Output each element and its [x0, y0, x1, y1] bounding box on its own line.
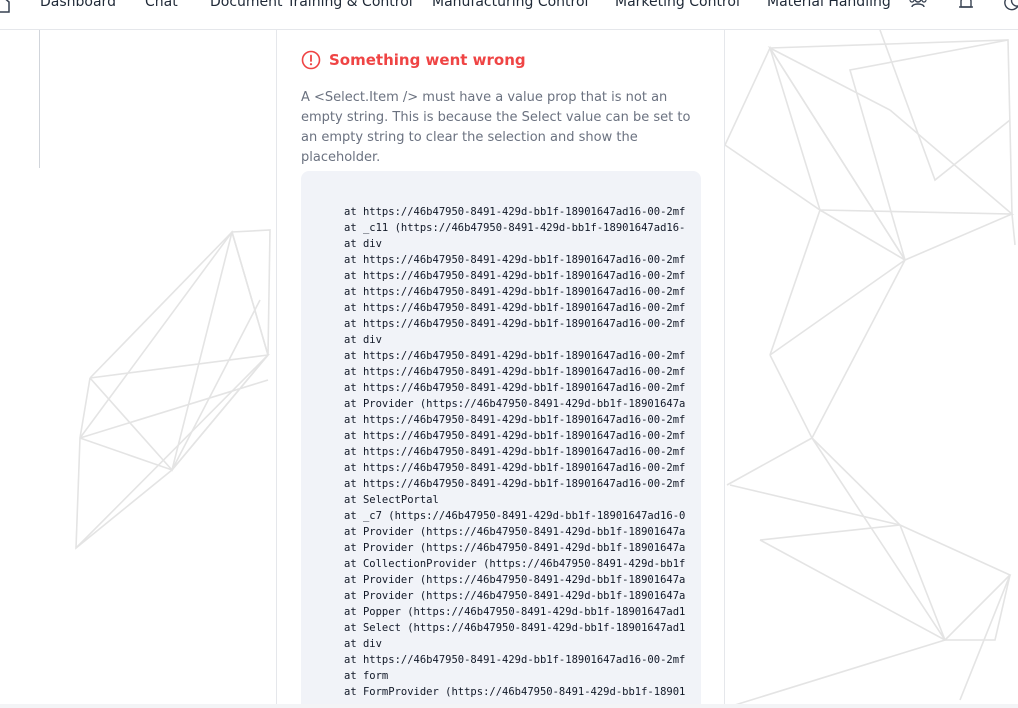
stack-trace-line: at Provider (https://46b47950-8491-429d-… — [344, 526, 686, 538]
stack-trace-line: at Select (https://46b47950-8491-429d-bb… — [344, 622, 686, 634]
stack-trace-line: at https://46b47950-8491-429d-bb1f-18901… — [344, 318, 686, 330]
stack-trace-line: at https://46b47950-8491-429d-bb1f-18901… — [344, 302, 686, 314]
team-icon[interactable] — [909, 0, 927, 12]
top-navigation-bar: Dashboard Chat Document Training & Contr… — [0, 0, 1018, 30]
error-panel: Something went wrong A <Select.Item /> m… — [276, 30, 725, 708]
home-icon[interactable] — [0, 0, 10, 13]
stack-trace-line: at https://46b47950-8491-429d-bb1f-18901… — [344, 414, 686, 426]
stack-trace-line: at https://46b47950-8491-429d-bb1f-18901… — [344, 654, 686, 666]
moon-icon[interactable] — [1002, 0, 1018, 12]
nav-manufacturing-control[interactable]: Manufacturing Control — [432, 0, 588, 10]
stack-trace-line: at https://46b47950-8491-429d-bb1f-18901… — [344, 462, 686, 474]
alert-circle-icon — [301, 50, 321, 70]
nav-marketing-control[interactable]: Marketing Control — [615, 0, 740, 10]
error-header: Something went wrong — [301, 50, 526, 70]
stack-trace-line: at https://46b47950-8491-429d-bb1f-18901… — [344, 206, 686, 218]
stack-trace-line: at FormProvider (https://46b47950-8491-4… — [344, 686, 686, 698]
stack-trace-line: at https://46b47950-8491-429d-bb1f-18901… — [344, 270, 686, 282]
sidebar-divider — [39, 30, 40, 168]
horizontal-scrollbar[interactable] — [0, 704, 1018, 708]
stack-trace-box[interactable]: at https://46b47950-8491-429d-bb1f-18901… — [301, 171, 701, 708]
bell-icon[interactable] — [957, 0, 975, 12]
error-message: A <Select.Item /> must have a value prop… — [301, 90, 691, 165]
stack-trace-line: at _c11 (https://46b47950-8491-429d-bb1f… — [344, 222, 686, 234]
stack-trace-line: at https://46b47950-8491-429d-bb1f-18901… — [344, 254, 686, 266]
stack-trace-line: at div — [344, 638, 382, 650]
stack-trace-line: at CollectionProvider (https://46b47950-… — [344, 558, 686, 570]
stack-trace-line: at Popper (https://46b47950-8491-429d-bb… — [344, 606, 686, 618]
stack-trace-line: at https://46b47950-8491-429d-bb1f-18901… — [344, 286, 686, 298]
stack-trace-line: at https://46b47950-8491-429d-bb1f-18901… — [344, 366, 686, 378]
error-title: Something went wrong — [329, 51, 526, 69]
stack-trace-line: at Provider (https://46b47950-8491-429d-… — [344, 542, 686, 554]
stack-trace-line: at https://46b47950-8491-429d-bb1f-18901… — [344, 478, 686, 490]
stack-trace-line: at https://46b47950-8491-429d-bb1f-18901… — [344, 382, 686, 394]
stack-trace-text: at https://46b47950-8491-429d-bb1f-18901… — [344, 204, 685, 700]
nav-dashboard[interactable]: Dashboard — [40, 0, 116, 10]
stack-trace-line: at Provider (https://46b47950-8491-429d-… — [344, 398, 686, 410]
nav-document-training-control[interactable]: Document Training & Control — [210, 0, 413, 10]
stack-trace-line: at https://46b47950-8491-429d-bb1f-18901… — [344, 350, 686, 362]
stack-trace-line: at div — [344, 334, 382, 346]
stack-trace-line: at form — [344, 670, 389, 682]
stack-trace-line: at div — [344, 238, 382, 250]
stack-trace-line: at Provider (https://46b47950-8491-429d-… — [344, 574, 686, 586]
nav-chat[interactable]: Chat — [145, 0, 178, 10]
stack-trace-line: at https://46b47950-8491-429d-bb1f-18901… — [344, 430, 686, 442]
stack-trace-line: at SelectPortal — [344, 494, 439, 506]
stack-trace-line: at https://46b47950-8491-429d-bb1f-18901… — [344, 446, 686, 458]
stack-trace-line: at _c7 (https://46b47950-8491-429d-bb1f-… — [344, 510, 686, 522]
nav-material-handling[interactable]: Material Handling — [767, 0, 891, 10]
stack-trace-line: at Provider (https://46b47950-8491-429d-… — [344, 590, 686, 602]
